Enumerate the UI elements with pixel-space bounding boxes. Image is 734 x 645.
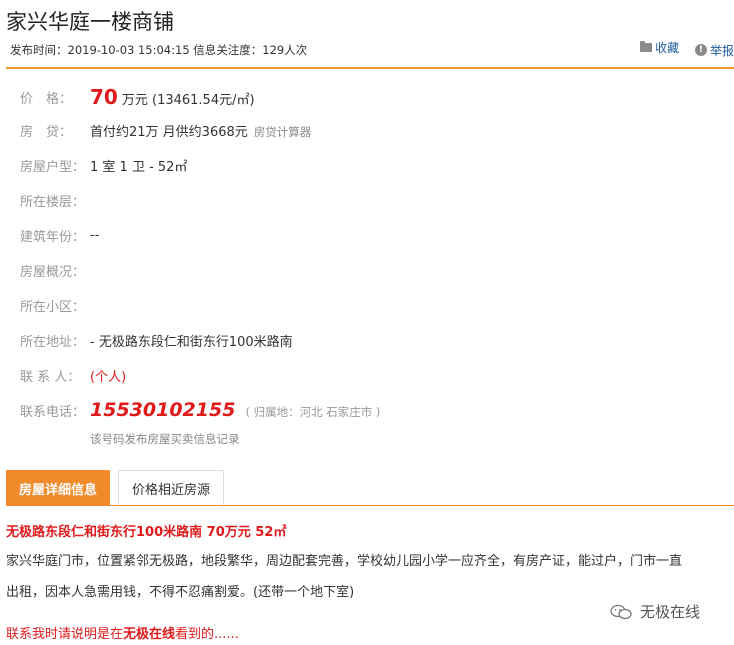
loan-calculator-link[interactable]: 房贷计算器 <box>254 125 312 139</box>
community-row: 所在小区： <box>0 295 734 315</box>
community-label: 所在小区： <box>20 299 86 315</box>
floor-label: 所在楼层： <box>20 194 86 210</box>
price-row: 价 格： 70 万元 (13461.54元/㎡) <box>0 85 734 109</box>
watermark: 无极在线 <box>610 601 700 622</box>
overview-row: 房屋概况： <box>0 260 734 280</box>
contact-tip: 联系我时请说明是在无极在线看到的...... <box>6 623 239 642</box>
favorite-label: 收藏 <box>655 41 680 55</box>
year-row: 建筑年份： -- <box>0 225 734 245</box>
phone-row: 联系电话： 15530102155 ( 归属地：河北 石家庄市 ) <box>0 399 734 421</box>
wechat-logo-icon <box>610 604 632 619</box>
contact-tip-site: 无极在线 <box>123 627 176 642</box>
price-unit: 万元 <box>121 93 148 108</box>
header-divider <box>6 67 734 69</box>
address-value: - 无极路东段仁和街东行100米路南 <box>90 334 293 350</box>
description-line-2: 出租，因本人急需用钱，不得不忍痛割爱。(还带一个地下室) <box>6 585 355 600</box>
contact-tip-after: 看到的...... <box>175 627 239 642</box>
address-row: 所在地址： - 无极路东段仁和街东行100米路南 <box>0 330 734 350</box>
publish-meta: 发布时间：2019-10-03 15:04:15 信息关注度：129人次 <box>10 43 308 57</box>
price-value-group: 70 万元 (13461.54元/㎡) <box>90 85 255 109</box>
loan-value: 首付约21万 月供约3668元 <box>90 124 248 140</box>
year-value: -- <box>90 227 100 243</box>
address-label: 所在地址： <box>20 334 86 350</box>
year-label: 建筑年份： <box>20 229 86 245</box>
loan-value-group: 首付约21万 月供约3668元 房贷计算器 <box>90 121 311 140</box>
price-label: 价 格： <box>20 91 73 107</box>
overview-label: 房屋概况： <box>20 264 86 280</box>
favorite-button[interactable]: 收藏 <box>640 39 679 56</box>
price-per-sqm: (13461.54元/㎡) <box>152 93 255 108</box>
contact-tip-before: 联系我时请说明是在 <box>6 627 124 642</box>
page-title: 家兴华庭一楼商铺 <box>6 10 174 34</box>
contact-label: 联 系 人： <box>20 369 81 385</box>
phone-value-group: 15530102155 ( 归属地：河北 石家庄市 ) <box>90 399 380 421</box>
description-line-1: 家兴华庭门市，位置紧邻无极路，地段繁华，周边配套完善，学校幼儿园小学一应齐全，有… <box>6 554 683 569</box>
tab-divider <box>6 505 734 506</box>
loan-row: 房 贷： 首付约21万 月供约3668元 房贷计算器 <box>0 120 734 140</box>
warning-icon: ! <box>694 44 707 56</box>
phone-label: 联系电话： <box>20 404 86 420</box>
contact-value: (个人) <box>90 369 127 385</box>
phone-number[interactable]: 15530102155 <box>90 399 235 421</box>
tab-similar-price[interactable]: 价格相近房源 <box>118 470 224 506</box>
detail-tabs: 房屋详细信息 价格相近房源 <box>6 470 224 506</box>
report-label: 举报 <box>709 43 734 58</box>
header-actions: 收藏 ! 举报 <box>628 39 734 59</box>
description-title: 无极路东段仁和街东行100米路南 70万元 52㎡ <box>6 525 287 540</box>
layout-row: 房屋户型： 1 室 1 卫 - 52㎡ <box>0 155 734 175</box>
layout-label: 房屋户型： <box>20 159 86 175</box>
watermark-text: 无极在线 <box>640 603 701 621</box>
loan-label: 房 贷： <box>20 124 73 140</box>
price-number: 70 <box>90 85 118 109</box>
floor-row: 所在楼层： <box>0 190 734 210</box>
tab-house-details[interactable]: 房屋详细信息 <box>6 470 110 506</box>
layout-value: 1 室 1 卫 - 52㎡ <box>90 159 188 175</box>
folder-icon <box>640 41 653 52</box>
report-button[interactable]: ! 举报 <box>694 42 734 59</box>
contact-row: 联 系 人： (个人) <box>0 365 734 385</box>
phone-record-link[interactable]: 该号码发布房屋买卖信息记录 <box>90 431 240 447</box>
phone-origin: ( 归属地：河北 石家庄市 ) <box>245 405 381 419</box>
